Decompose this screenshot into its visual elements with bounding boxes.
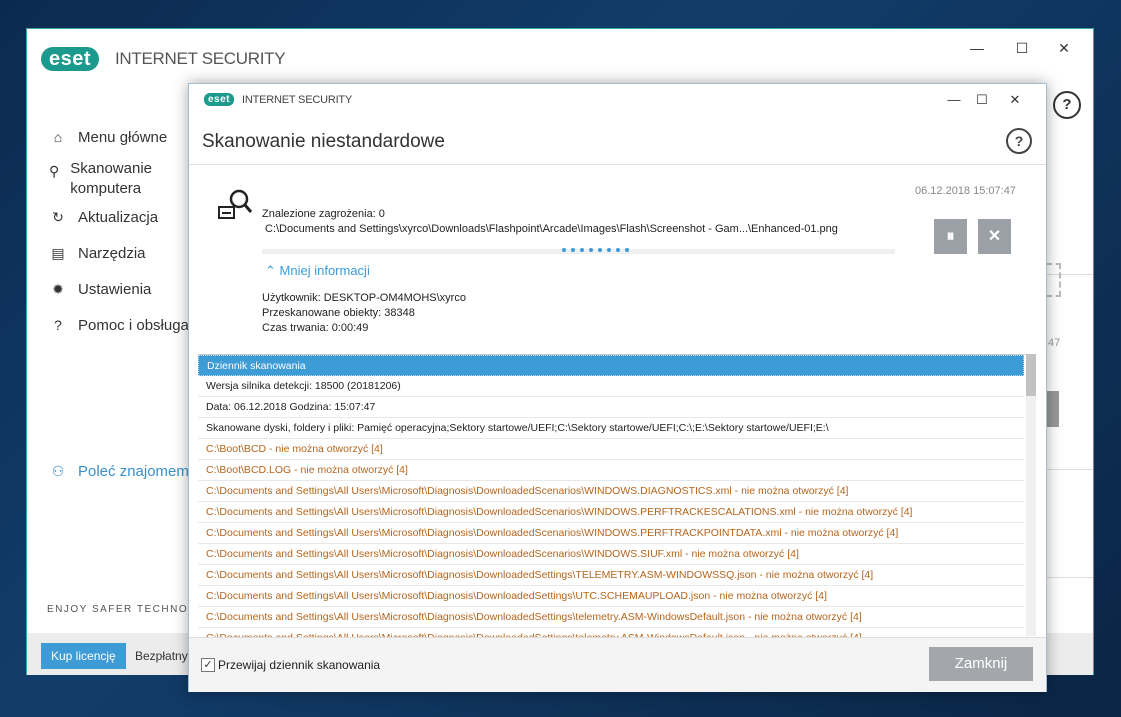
help-icon[interactable]: ? xyxy=(1006,128,1032,154)
eset-logo: eset xyxy=(41,47,100,71)
scan-timestamp: 06.12.2018 15:07:47 xyxy=(915,185,1016,197)
scan-duration: Czas trwania: 0:00:49 xyxy=(262,322,369,334)
magnifier-icon: ⚲ xyxy=(49,163,60,179)
refresh-icon: ↻ xyxy=(52,209,64,225)
log-row[interactable]: C:\Documents and Settings\All Users\Micr… xyxy=(198,481,1024,502)
scroll-log-checkbox[interactable]: ✓ xyxy=(201,658,215,672)
nav-item-tools[interactable]: ▤ Narzędzia xyxy=(49,245,146,262)
scan-magnifier-icon xyxy=(218,189,253,219)
threats-found: Znalezione zagrożenia: 0 xyxy=(262,208,385,220)
user-info: Użytkownik: DESKTOP-OM4MOHS\xyrco xyxy=(262,292,466,304)
recommend-label: Poleć znajomemu xyxy=(78,463,198,480)
pause-button[interactable]: ⏸ xyxy=(934,219,967,254)
log-row[interactable]: C:\Boot\BCD.LOG - nie można otworzyć [4] xyxy=(198,460,1024,481)
recommend-link[interactable]: ⚇ Poleć znajomemu xyxy=(49,463,198,480)
less-info-link[interactable]: ⌃ Mniej informacji xyxy=(265,263,370,279)
help-icon[interactable]: ? xyxy=(1053,91,1081,119)
nav-item-settings[interactable]: ✹ Ustawienia xyxy=(49,281,151,298)
scan-log[interactable]: Dziennik skanowania Wersja silnika detekc… xyxy=(198,354,1036,637)
chevron-up-icon: ⌃ xyxy=(265,263,276,278)
eset-logo: eset xyxy=(204,93,235,106)
gear-icon: ✹ xyxy=(52,281,64,297)
close-window-button[interactable]: ✕ xyxy=(1049,37,1079,59)
nav-label: Skanowanie komputera xyxy=(70,160,152,197)
nav-label: Aktualizacja xyxy=(78,209,159,226)
log-row[interactable]: C:\Boot\BCD - nie można otworzyć [4] xyxy=(198,439,1024,460)
maximize-button[interactable]: ☐ xyxy=(1007,37,1037,59)
log-row[interactable]: C:\Documents and Settings\All Users\Micr… xyxy=(198,628,1024,637)
toolbox-icon: ▤ xyxy=(51,245,65,261)
home-icon: ⌂ xyxy=(53,129,63,145)
content-fragment xyxy=(1043,124,1093,275)
log-row[interactable]: C:\Documents and Settings\All Users\Micr… xyxy=(198,544,1024,565)
close-dialog-button[interactable]: ✕ xyxy=(1002,90,1028,110)
log-row[interactable]: C:\Documents and Settings\All Users\Micr… xyxy=(198,586,1024,607)
minimize-button[interactable]: — xyxy=(962,37,992,59)
product-name: INTERNET SECURITY xyxy=(115,49,286,68)
close-button[interactable]: Zamknij xyxy=(929,647,1033,681)
minimize-button[interactable]: — xyxy=(941,90,967,110)
nav-item-scan[interactable]: ⚲ Skanowanie komputera xyxy=(49,159,159,199)
scroll-thumb[interactable] xyxy=(1026,354,1036,396)
current-file: C:\Documents and Settings\xyrco\Download… xyxy=(265,223,838,235)
product-name: INTERNET SECURITY xyxy=(242,94,353,106)
question-icon: ? xyxy=(54,317,62,333)
nav-label: Pomoc i obsługa xyxy=(78,317,189,334)
divider xyxy=(1043,469,1093,470)
log-row[interactable]: C:\Documents and Settings\All Users\Micr… xyxy=(198,565,1024,586)
divider xyxy=(1043,577,1093,578)
stop-button[interactable]: ✕ xyxy=(978,219,1011,254)
log-header[interactable]: Dziennik skanowania xyxy=(198,355,1024,376)
log-row[interactable]: C:\Documents and Settings\All Users\Micr… xyxy=(198,523,1024,544)
log-scrollbar[interactable] xyxy=(1026,354,1036,636)
log-row[interactable]: Wersja silnika detekcji: 18500 (20181206… xyxy=(198,376,1024,397)
nav-item-home[interactable]: ⌂ Menu główne xyxy=(49,129,167,146)
nav-label: Menu główne xyxy=(78,129,168,146)
divider xyxy=(189,164,1046,165)
nav-label: Ustawienia xyxy=(78,281,152,298)
page-title: Skanowanie niestandardowe xyxy=(202,131,445,152)
nav-item-help[interactable]: ? Pomoc i obsługa xyxy=(49,317,189,334)
log-row[interactable]: Skanowane dyski, foldery i pliki: Pamięć… xyxy=(198,418,1024,439)
nav-item-update[interactable]: ↻ Aktualizacja xyxy=(49,209,158,226)
scanned-objects: Przeskanowane obiekty: 38348 xyxy=(262,307,415,319)
sidebar: ⌂ Menu główne ⚲ Skanowanie komputera ↻ A… xyxy=(27,91,189,631)
content-fragment: :47 xyxy=(1045,337,1061,349)
log-row[interactable]: C:\Documents and Settings\All Users\Micr… xyxy=(198,607,1024,628)
content-fragment xyxy=(1047,263,1061,297)
buy-license-button[interactable]: Kup licencję xyxy=(41,643,126,669)
scan-dialog: eset INTERNET SECURITY — ☐ ✕ Skanowanie … xyxy=(188,83,1047,692)
maximize-button[interactable]: ☐ xyxy=(969,90,995,110)
free-label: Bezpłatny xyxy=(135,649,188,663)
progress-indicator xyxy=(562,248,629,252)
scroll-log-label: Przewijaj dziennik skanowania xyxy=(218,658,381,672)
main-titlebar: eset INTERNET SECURITY — ☐ ✕ xyxy=(27,29,1093,91)
log-row[interactable]: Data: 06.12.2018 Godzina: 15:07:47 xyxy=(198,397,1024,418)
nav-label: Narzędzia xyxy=(78,245,146,262)
person-icon: ⚇ xyxy=(51,463,65,479)
log-row[interactable]: C:\Documents and Settings\All Users\Micr… xyxy=(198,502,1024,523)
content-fragment xyxy=(1045,391,1059,427)
less-info-label: Mniej informacji xyxy=(279,263,370,278)
dialog-footer: ✓ Przewijaj dziennik skanowania Zamknij xyxy=(189,637,1046,692)
